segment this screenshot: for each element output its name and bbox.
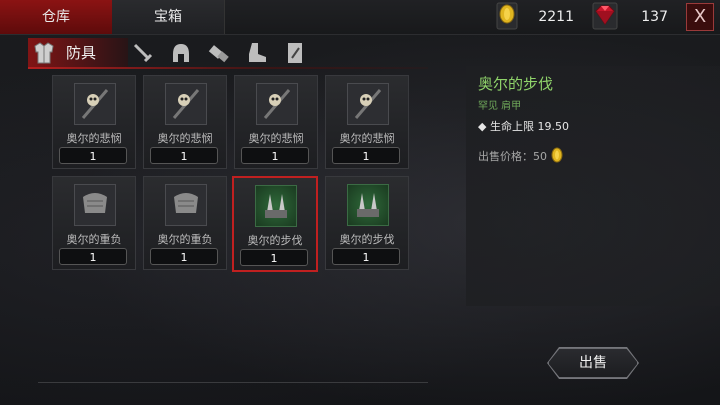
item-name: 奥尔的悲悯 [248, 132, 304, 145]
inventory-slot[interactable]: 奥尔的重负 1 [143, 176, 227, 270]
item-name: 奥尔的步伐 [247, 234, 303, 247]
detail-subtitle: 罕见 肩甲 [478, 101, 522, 112]
item-count: 1 [332, 147, 400, 164]
inventory-slot[interactable]: 奥尔的悲悯 1 [325, 75, 409, 169]
item-name: 奥尔的悲悯 [157, 132, 213, 145]
gauntlet-icon[interactable] [206, 40, 232, 66]
item-count: 1 [59, 147, 127, 164]
item-name: 奥尔的悲悯 [339, 132, 395, 145]
item-count: 1 [150, 147, 218, 164]
item-count: 1 [240, 249, 308, 266]
item-count: 1 [59, 248, 127, 265]
price-label: 出售价格：50 [478, 150, 547, 163]
boots-icon[interactable] [244, 40, 270, 66]
ruby-gem-icon [592, 2, 618, 30]
gold-coin-icon [551, 147, 562, 163]
detail-stat: ◆ 生命上限 19.50 [478, 120, 569, 133]
tab-chest[interactable]: 宝箱 [112, 0, 225, 34]
gold-value: 2211 [538, 9, 574, 25]
inventory-slot[interactable]: 奥尔的步伐 1 [325, 176, 409, 270]
item-name: 奥尔的步伐 [339, 233, 395, 246]
gold-coin-icon [496, 2, 518, 30]
spiked-shoulder-icon [255, 185, 297, 227]
inventory-slot[interactable]: 奥尔的悲悯 1 [234, 75, 318, 169]
divider [38, 382, 428, 383]
item-count: 1 [332, 248, 400, 265]
inventory-slot[interactable]: 奥尔的悲悯 1 [143, 75, 227, 169]
scroll-icon[interactable] [282, 40, 308, 66]
tab-warehouse[interactable]: 仓库 [0, 0, 113, 34]
item-count: 1 [150, 248, 218, 265]
item-name: 奥尔的重负 [157, 233, 213, 246]
pauldron-icon [165, 184, 207, 226]
inventory-slot[interactable]: 奥尔的重负 1 [52, 176, 136, 270]
category-label: 防具 [66, 44, 97, 62]
armor-chest-icon [34, 42, 54, 64]
skull-amulet-icon [256, 83, 298, 125]
skull-amulet-icon [74, 83, 116, 125]
sword-icon[interactable] [130, 40, 156, 66]
skull-amulet-icon [347, 83, 389, 125]
skull-amulet-icon [165, 83, 207, 125]
item-count: 1 [241, 147, 309, 164]
item-name: 奥尔的重负 [66, 233, 122, 246]
pauldron-icon [74, 184, 116, 226]
inventory-slot[interactable]: 奥尔的悲悯 1 [52, 75, 136, 169]
inventory-slot-selected[interactable]: 奥尔的步伐 1 [232, 176, 318, 272]
helmet-icon[interactable] [168, 40, 194, 66]
sell-button[interactable]: 出售 [548, 348, 638, 378]
detail-title: 奥尔的步伐 [478, 75, 554, 93]
spiked-shoulder-icon [347, 184, 389, 226]
gem-value: 137 [641, 9, 668, 25]
category-underline [28, 67, 428, 69]
inventory-grid: 奥尔的悲悯 1 奥尔的悲悯 1 奥尔的悲悯 1 奥尔的悲悯 1 奥尔的重负 1 … [52, 75, 422, 275]
close-button[interactable]: X [686, 3, 714, 31]
detail-price: 出售价格：50 [478, 147, 563, 164]
item-name: 奥尔的悲悯 [66, 132, 122, 145]
